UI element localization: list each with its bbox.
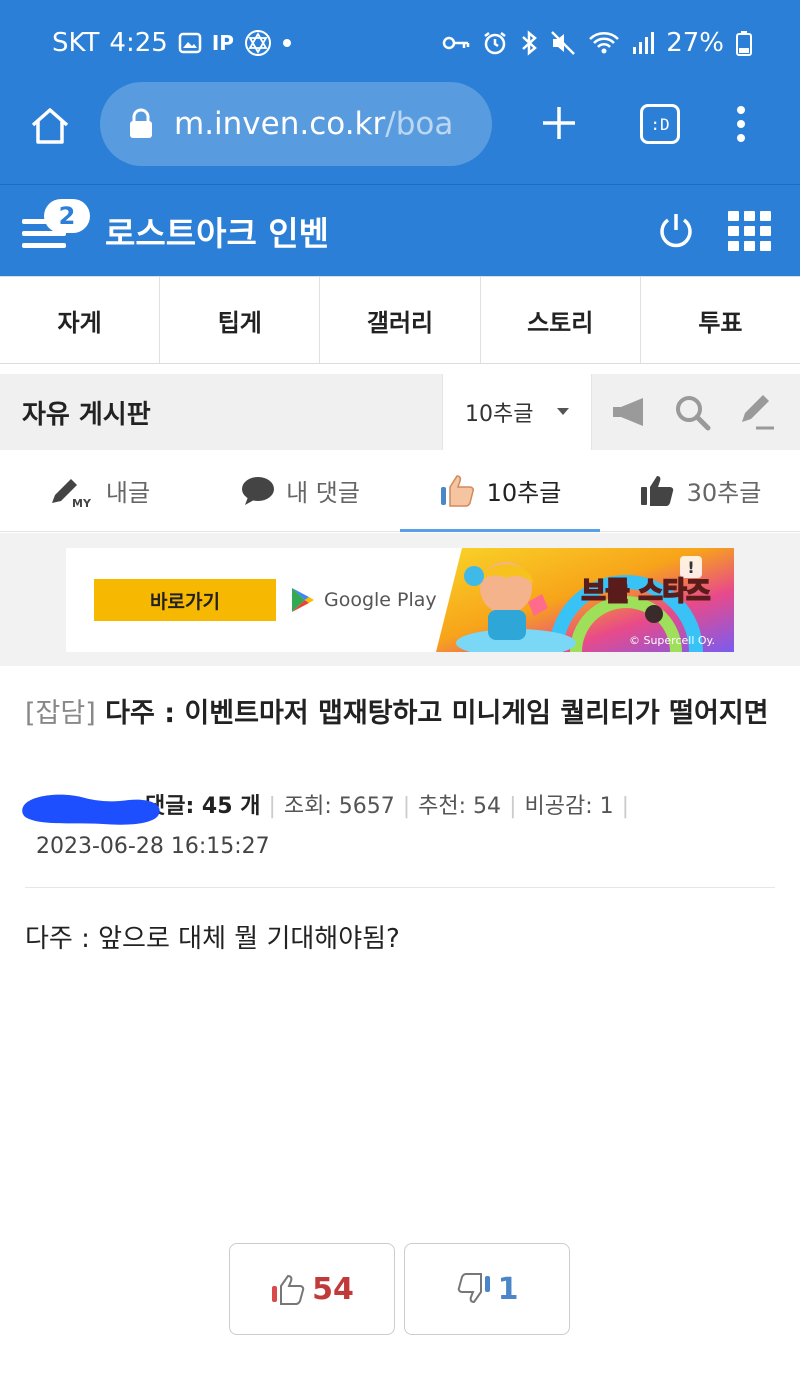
category-tabs: 자게 팁게 갤러리 스토리 투표 <box>0 276 800 364</box>
url-host: m.inven.co.kr <box>174 106 386 142</box>
tab-label: 내글 <box>105 479 151 507</box>
view-count: 조회: 5657 <box>283 794 395 819</box>
post-date: 2023-06-28 16:15:27 <box>36 834 270 859</box>
category-tab[interactable]: 팁게 <box>160 277 321 363</box>
google-play-badge: Google Play <box>290 586 437 614</box>
carrier-label: SKT <box>52 28 100 58</box>
tab-10-recommended[interactable]: 10추글 <box>400 450 600 532</box>
divider <box>25 887 775 888</box>
category-tab[interactable]: 스토리 <box>481 277 641 363</box>
image-icon <box>178 31 202 55</box>
ad-strip: 바로가기 Google Play ! 브롤 스타즈 © Supercell Oy… <box>0 533 800 666</box>
search-icon[interactable] <box>672 392 712 432</box>
filter-value: 10추글 <box>465 402 534 427</box>
thumbs-down-icon <box>456 1272 492 1306</box>
post-title: [잡담] 다주 : 이벤트마저 맵재탕하고 미니게임 퀄리티가 떨어지면 <box>25 692 780 736</box>
category-tab[interactable]: 자게 <box>0 277 161 363</box>
battery-percent: 27% <box>666 28 724 58</box>
clock: 4:25 <box>109 28 168 58</box>
tab-switcher-button[interactable]: :D <box>640 104 680 144</box>
store-label: Google Play <box>324 589 437 611</box>
pencil-my-icon: MY <box>50 473 96 509</box>
tab-30-recommended[interactable]: 30추글 <box>600 450 800 531</box>
sub-tabs: MY 내글 내 댓글 10추글 30추글 <box>0 450 800 532</box>
megaphone-icon[interactable] <box>610 392 650 432</box>
tab-my-posts[interactable]: MY 내글 <box>0 450 200 531</box>
key-icon <box>442 32 470 54</box>
site-header: 2 로스트아크 인벤 <box>0 184 800 276</box>
svg-text:MY: MY <box>72 497 92 509</box>
status-bar: SKT 4:25 IP 27% <box>0 0 800 90</box>
thumbs-up-icon <box>439 473 477 509</box>
more-menu-icon[interactable] <box>736 104 746 144</box>
signal-icon <box>632 31 655 55</box>
recommend-count: 추천: 54 <box>418 794 502 819</box>
tab-label: 10추글 <box>486 479 562 507</box>
upvote-button[interactable]: 54 <box>229 1243 395 1335</box>
ad-banner[interactable]: 바로가기 Google Play ! 브롤 스타즈 © Supercell Oy… <box>66 548 734 652</box>
tab-my-comments[interactable]: 내 댓글 <box>200 450 400 531</box>
dislike-count: 비공감: 1 <box>524 794 614 819</box>
svg-text:!: ! <box>687 558 694 577</box>
post-meta: 댓글: 45 개 | 조회: 5657 | 추천: 54 | 비공감: 1 | <box>22 792 775 825</box>
browser-toolbar: m.inven.co.kr/boa :D <box>0 82 800 184</box>
category-tab[interactable]: 투표 <box>641 277 800 363</box>
apps-grid-icon[interactable] <box>728 211 772 251</box>
star-of-david-icon <box>244 29 272 57</box>
google-play-icon <box>290 586 316 614</box>
ad-copyright: © Supercell Oy. <box>629 634 715 647</box>
screen: SKT 4:25 IP 27% m.inven.co.kr /boa:D 2 … <box>0 0 800 1375</box>
new-tab-icon[interactable] <box>538 102 580 144</box>
thumbs-up-icon <box>270 1272 306 1306</box>
notification-badge: 2 <box>44 199 90 233</box>
battery-icon <box>736 30 752 56</box>
url-path: /boa <box>385 106 454 142</box>
ad-go-button[interactable]: 바로가기 <box>94 579 276 621</box>
post-title-text: 다주 : 이벤트마저 맵재탕하고 미니게임 퀄리티가 떨어지면 <box>105 698 769 729</box>
board-title[interactable]: 자유 게시판 <box>22 394 151 431</box>
tab-label: 30추글 <box>686 479 762 507</box>
downvote-button[interactable]: 1 <box>404 1243 570 1335</box>
chevron-down-icon <box>557 408 569 415</box>
write-icon[interactable] <box>736 392 776 432</box>
address-bar[interactable]: m.inven.co.kr/boa <box>100 82 492 166</box>
wifi-icon <box>588 30 620 56</box>
dot-icon <box>282 38 292 48</box>
tab-label: 내 댓글 <box>286 479 360 507</box>
upvote-count: 54 <box>312 1271 354 1307</box>
filter-select[interactable]: 10추글 <box>442 374 592 450</box>
site-title[interactable]: 로스트아크 인벤 <box>105 207 329 255</box>
home-icon[interactable] <box>28 104 72 148</box>
alarm-icon <box>482 30 508 56</box>
post-category: [잡담] <box>25 698 96 729</box>
mute-icon <box>550 30 576 56</box>
bluetooth-icon <box>520 30 538 56</box>
ip-icon: IP <box>211 31 234 55</box>
post-body: 다주 : 앞으로 대체 뭘 기대해야됨? <box>25 924 400 954</box>
category-tab[interactable]: 갤러리 <box>320 277 481 363</box>
speech-bubble-icon <box>240 475 276 507</box>
lock-icon <box>128 108 154 140</box>
power-icon[interactable] <box>656 211 696 251</box>
game-artwork: ! 브롤 스타즈 © Supercell Oy. <box>436 548 734 652</box>
board-bar: 자유 게시판 10추글 <box>0 374 800 450</box>
downvote-count: 1 <box>497 1271 519 1307</box>
game-title: 브롤 스타즈 <box>582 577 711 607</box>
thumbs-up-icon <box>639 473 677 509</box>
redaction-scribble <box>22 794 160 825</box>
